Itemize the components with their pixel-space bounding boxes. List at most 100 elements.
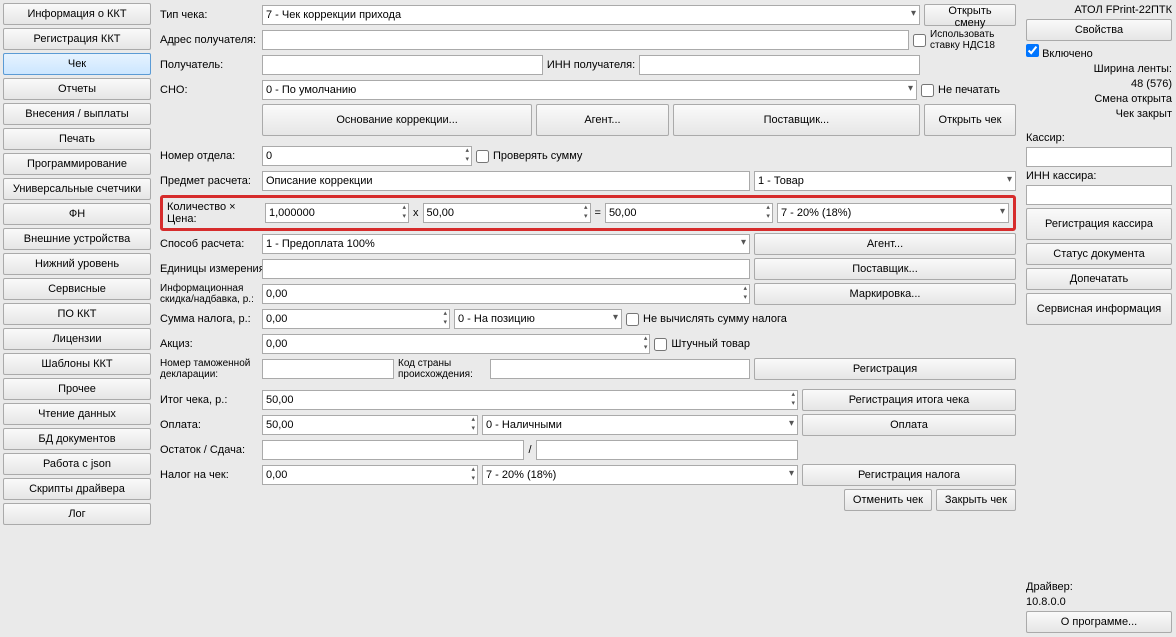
tax-on-check-label: Налог на чек: — [160, 469, 258, 481]
tax-on-check-rate-select[interactable]: 7 - 20% (18%) — [482, 465, 798, 485]
driver-label: Драйвер: — [1026, 581, 1172, 593]
about-button[interactable]: О программе... — [1026, 611, 1172, 633]
check-type-label: Тип чека: — [160, 9, 258, 21]
driver-version: 10.8.0.0 — [1026, 596, 1172, 608]
enabled-checkbox[interactable] — [1026, 44, 1039, 57]
properties-button[interactable]: Свойства — [1026, 19, 1172, 41]
sidebar-item-11[interactable]: Сервисные — [3, 278, 151, 300]
vat-select[interactable]: 7 - 20% (18%) — [777, 203, 1009, 223]
doc-status-button[interactable]: Статус документа — [1026, 243, 1172, 265]
register-total-button[interactable]: Регистрация итога чека — [802, 389, 1016, 411]
sidebar-item-17[interactable]: БД документов — [3, 428, 151, 450]
cashier-label: Кассир: — [1026, 132, 1172, 144]
mult-symbol: x — [413, 207, 419, 219]
excise-input[interactable] — [262, 334, 650, 354]
sidebar-item-10[interactable]: Нижний уровень — [3, 253, 151, 275]
sidebar-item-9[interactable]: Внешние устройства — [3, 228, 151, 250]
inn-recipient-label: ИНН получателя: — [547, 59, 635, 71]
cancel-check-button[interactable]: Отменить чек — [844, 489, 932, 511]
open-check-button[interactable]: Открыть чек — [924, 104, 1016, 136]
check-type-select[interactable]: 7 - Чек коррекции прихода — [262, 5, 920, 25]
agent-header-button[interactable]: Агент... — [536, 104, 669, 136]
sidebar-item-0[interactable]: Информация о ККТ — [3, 3, 151, 25]
sidebar-item-4[interactable]: Внесения / выплаты — [3, 103, 151, 125]
dept-label: Номер отдела: — [160, 150, 258, 162]
check-sum-checkbox[interactable] — [476, 150, 489, 163]
payment-method-label: Способ расчета: — [160, 238, 258, 250]
tax-pos-select[interactable]: 0 - На позицию — [454, 309, 622, 329]
piece-goods-label: Штучный товар — [671, 338, 750, 350]
open-shift-button[interactable]: Открыть смену — [924, 4, 1016, 26]
dept-input[interactable] — [262, 146, 472, 166]
recipient-addr-label: Адрес получателя: — [160, 34, 258, 46]
customs-decl-input[interactable] — [262, 359, 394, 379]
marking-button[interactable]: Маркировка... — [754, 283, 1016, 305]
payment-method-select[interactable]: 1 - Предоплата 100% — [262, 234, 750, 254]
check-closed-label: Чек закрыт — [1026, 108, 1172, 120]
qty-input[interactable] — [265, 203, 409, 223]
payment-label: Оплата: — [160, 419, 258, 431]
shift-open-label: Смена открыта — [1026, 93, 1172, 105]
supplier-button[interactable]: Поставщик... — [754, 258, 1016, 280]
change-input[interactable] — [536, 440, 798, 460]
payment-type-select[interactable]: 0 - Наличными — [482, 415, 798, 435]
agent-button[interactable]: Агент... — [754, 233, 1016, 255]
sidebar-item-1[interactable]: Регистрация ККТ — [3, 28, 151, 50]
sidebar-item-18[interactable]: Работа с json — [3, 453, 151, 475]
tax-on-check-input[interactable] — [262, 465, 478, 485]
no-print-checkbox[interactable] — [921, 84, 934, 97]
cashier-input[interactable] — [1026, 147, 1172, 167]
sidebar-item-7[interactable]: Универсальные счетчики — [3, 178, 151, 200]
tape-width-label: Ширина ленты: — [1026, 63, 1172, 75]
recipient-addr-input[interactable] — [262, 30, 909, 50]
correction-basis-button[interactable]: Основание коррекции... — [262, 104, 532, 136]
register-cashier-button[interactable]: Регистрация кассира — [1026, 208, 1172, 240]
tape-width-value: 48 (576) — [1026, 78, 1172, 90]
sno-select[interactable]: 0 - По умолчанию — [262, 80, 917, 100]
qty-price-label: Количество × Цена: — [167, 201, 261, 225]
cashier-inn-input[interactable] — [1026, 185, 1172, 205]
units-label: Единицы измерения: — [160, 263, 258, 275]
remainder-input[interactable] — [262, 440, 524, 460]
service-info-button[interactable]: Сервисная информация — [1026, 293, 1172, 325]
info-discount-input[interactable] — [262, 284, 750, 304]
no-calc-tax-checkbox[interactable] — [626, 313, 639, 326]
payment-button[interactable]: Оплата — [802, 414, 1016, 436]
registration-button[interactable]: Регистрация — [754, 358, 1016, 380]
sidebar-item-13[interactable]: Лицензии — [3, 328, 151, 350]
no-print-label: Не печатать — [938, 84, 1016, 96]
piece-goods-checkbox[interactable] — [654, 338, 667, 351]
no-calc-tax-label: Не вычислять сумму налога — [643, 313, 787, 325]
country-code-input[interactable] — [490, 359, 750, 379]
close-check-button[interactable]: Закрыть чек — [936, 489, 1016, 511]
sidebar-item-20[interactable]: Лог — [3, 503, 151, 525]
customs-decl-label: Номер таможенной декларации: — [160, 358, 258, 380]
tax-sum-input[interactable] — [262, 309, 450, 329]
reprint-button[interactable]: Допечатать — [1026, 268, 1172, 290]
supplier-header-button[interactable]: Поставщик... — [673, 104, 920, 136]
subject-type-select[interactable]: 1 - Товар — [754, 171, 1016, 191]
total-input[interactable] — [262, 390, 798, 410]
use-nds18-checkbox[interactable] — [913, 34, 926, 47]
sidebar-item-12[interactable]: ПО ККТ — [3, 303, 151, 325]
sidebar-item-5[interactable]: Печать — [3, 128, 151, 150]
sidebar-item-16[interactable]: Чтение данных — [3, 403, 151, 425]
sidebar-item-8[interactable]: ФН — [3, 203, 151, 225]
sum-input[interactable] — [605, 203, 773, 223]
sidebar-item-2[interactable]: Чек — [3, 53, 151, 75]
sidebar-item-15[interactable]: Прочее — [3, 378, 151, 400]
sidebar-item-14[interactable]: Шаблоны ККТ — [3, 353, 151, 375]
country-code-label: Код страны происхождения: — [398, 358, 486, 380]
units-input[interactable] — [262, 259, 750, 279]
register-tax-button[interactable]: Регистрация налога — [802, 464, 1016, 486]
recipient-input[interactable] — [262, 55, 543, 75]
sidebar-item-3[interactable]: Отчеты — [3, 78, 151, 100]
subject-desc-input[interactable] — [262, 171, 750, 191]
sidebar-item-6[interactable]: Программирование — [3, 153, 151, 175]
slash-label: / — [528, 444, 531, 456]
price-input[interactable] — [423, 203, 591, 223]
payment-input[interactable] — [262, 415, 478, 435]
sidebar-item-19[interactable]: Скрипты драйвера — [3, 478, 151, 500]
inn-recipient-input[interactable] — [639, 55, 920, 75]
sno-label: СНО: — [160, 84, 258, 96]
